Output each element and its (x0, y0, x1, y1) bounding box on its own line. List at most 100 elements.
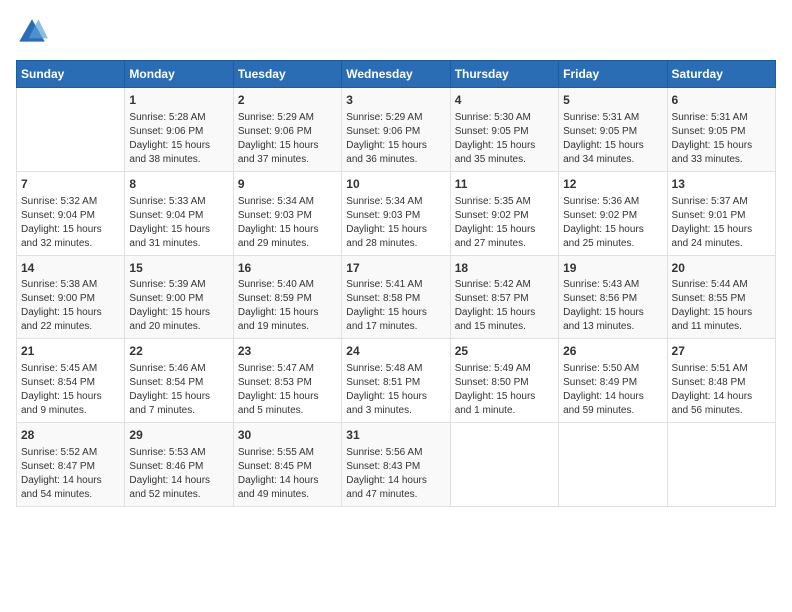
day-number: 24 (346, 343, 445, 360)
page-header (16, 16, 776, 48)
day-cell: 26 Sunrise: 5:50 AM Sunset: 8:49 PM Dayli… (559, 339, 667, 423)
day-cell: 27 Sunrise: 5:51 AM Sunset: 8:48 PM Dayli… (667, 339, 775, 423)
day-cell: 3 Sunrise: 5:29 AM Sunset: 9:06 PM Daylig… (342, 88, 450, 172)
day-number: 26 (563, 343, 662, 360)
day-cell: 1 Sunrise: 5:28 AM Sunset: 9:06 PM Daylig… (125, 88, 233, 172)
day-info: Sunrise: 5:43 AM Sunset: 8:56 PM Dayligh… (563, 278, 662, 334)
day-cell: 10 Sunrise: 5:34 AM Sunset: 9:03 PM Dayli… (342, 171, 450, 255)
header-thursday: Thursday (450, 61, 558, 88)
day-cell: 7Sunrise: 5:32 AM Sunset: 9:04 PM Daylig… (17, 171, 125, 255)
day-info: Sunrise: 5:48 AM Sunset: 8:51 PM Dayligh… (346, 362, 445, 418)
day-info: Sunrise: 5:56 AM Sunset: 8:43 PM Dayligh… (346, 446, 445, 502)
day-number: 30 (238, 427, 337, 444)
logo (16, 16, 52, 48)
day-cell: 8Sunrise: 5:33 AM Sunset: 9:04 PM Daylig… (125, 171, 233, 255)
header-wednesday: Wednesday (342, 61, 450, 88)
day-info: Sunrise: 5:41 AM Sunset: 8:58 PM Dayligh… (346, 278, 445, 334)
day-cell: 6 Sunrise: 5:31 AM Sunset: 9:05 PM Daylig… (667, 88, 775, 172)
day-number: 31 (346, 427, 445, 444)
header-saturday: Saturday (667, 61, 775, 88)
logo-icon (16, 16, 48, 48)
day-number: 25 (455, 343, 554, 360)
day-number: 11 (455, 176, 554, 193)
day-number: 22 (129, 343, 228, 360)
day-info: Sunrise: 5:37 AM Sunset: 9:01 PM Dayligh… (672, 195, 771, 251)
day-number: 10 (346, 176, 445, 193)
day-number: 8 (129, 176, 228, 193)
day-cell: 9 Sunrise: 5:34 AM Sunset: 9:03 PM Daylig… (233, 171, 341, 255)
week-row-1: 1 Sunrise: 5:28 AM Sunset: 9:06 PM Daylig… (17, 88, 776, 172)
day-info: Sunrise: 5:55 AM Sunset: 8:45 PM Dayligh… (238, 446, 337, 502)
day-info: Sunrise: 5:42 AM Sunset: 8:57 PM Dayligh… (455, 278, 554, 334)
day-number: 5 (563, 92, 662, 109)
day-info: Sunrise: 5:46 AM Sunset: 8:54 PM Dayligh… (129, 362, 228, 418)
day-info: Sunrise: 5:40 AM Sunset: 8:59 PM Dayligh… (238, 278, 337, 334)
day-number: 17 (346, 260, 445, 277)
day-cell: 15Sunrise: 5:39 AM Sunset: 9:00 PM Dayli… (125, 255, 233, 339)
day-cell: 20Sunrise: 5:44 AM Sunset: 8:55 PM Dayli… (667, 255, 775, 339)
day-cell: 11Sunrise: 5:35 AM Sunset: 9:02 PM Dayli… (450, 171, 558, 255)
day-cell: 12 Sunrise: 5:36 AM Sunset: 9:02 PM Dayli… (559, 171, 667, 255)
day-number: 7 (21, 176, 120, 193)
day-info: Sunrise: 5:31 AM Sunset: 9:05 PM Dayligh… (563, 111, 662, 167)
calendar-table: SundayMondayTuesdayWednesdayThursdayFrid… (16, 60, 776, 507)
day-cell: 28 Sunrise: 5:52 AM Sunset: 8:47 PM Dayli… (17, 423, 125, 507)
day-number: 2 (238, 92, 337, 109)
day-number: 20 (672, 260, 771, 277)
day-number: 12 (563, 176, 662, 193)
day-number: 13 (672, 176, 771, 193)
day-number: 16 (238, 260, 337, 277)
day-info: Sunrise: 5:29 AM Sunset: 9:06 PM Dayligh… (346, 111, 445, 167)
week-row-4: 21 Sunrise: 5:45 AM Sunset: 8:54 PM Dayli… (17, 339, 776, 423)
day-info: Sunrise: 5:45 AM Sunset: 8:54 PM Dayligh… (21, 362, 120, 418)
day-cell: 16Sunrise: 5:40 AM Sunset: 8:59 PM Dayli… (233, 255, 341, 339)
day-cell: 17Sunrise: 5:41 AM Sunset: 8:58 PM Dayli… (342, 255, 450, 339)
day-info: Sunrise: 5:34 AM Sunset: 9:03 PM Dayligh… (238, 195, 337, 251)
day-info: Sunrise: 5:36 AM Sunset: 9:02 PM Dayligh… (563, 195, 662, 251)
day-number: 6 (672, 92, 771, 109)
day-number: 27 (672, 343, 771, 360)
day-info: Sunrise: 5:51 AM Sunset: 8:48 PM Dayligh… (672, 362, 771, 418)
week-row-5: 28 Sunrise: 5:52 AM Sunset: 8:47 PM Dayli… (17, 423, 776, 507)
day-cell: 30 Sunrise: 5:55 AM Sunset: 8:45 PM Dayli… (233, 423, 341, 507)
day-cell (17, 88, 125, 172)
header-monday: Monday (125, 61, 233, 88)
day-number: 14 (21, 260, 120, 277)
day-cell: 25 Sunrise: 5:49 AM Sunset: 8:50 PM Dayli… (450, 339, 558, 423)
day-cell: 23Sunrise: 5:47 AM Sunset: 8:53 PM Dayli… (233, 339, 341, 423)
day-cell: 24 Sunrise: 5:48 AM Sunset: 8:51 PM Dayli… (342, 339, 450, 423)
day-cell: 4Sunrise: 5:30 AM Sunset: 9:05 PM Daylig… (450, 88, 558, 172)
day-cell: 5 Sunrise: 5:31 AM Sunset: 9:05 PM Daylig… (559, 88, 667, 172)
day-info: Sunrise: 5:50 AM Sunset: 8:49 PM Dayligh… (563, 362, 662, 418)
day-info: Sunrise: 5:28 AM Sunset: 9:06 PM Dayligh… (129, 111, 228, 167)
day-number: 28 (21, 427, 120, 444)
day-info: Sunrise: 5:29 AM Sunset: 9:06 PM Dayligh… (238, 111, 337, 167)
day-cell: 29 Sunrise: 5:53 AM Sunset: 8:46 PM Dayli… (125, 423, 233, 507)
day-number: 18 (455, 260, 554, 277)
day-number: 23 (238, 343, 337, 360)
day-info: Sunrise: 5:44 AM Sunset: 8:55 PM Dayligh… (672, 278, 771, 334)
day-number: 4 (455, 92, 554, 109)
day-cell: 21 Sunrise: 5:45 AM Sunset: 8:54 PM Dayli… (17, 339, 125, 423)
day-info: Sunrise: 5:39 AM Sunset: 9:00 PM Dayligh… (129, 278, 228, 334)
day-cell: 13 Sunrise: 5:37 AM Sunset: 9:01 PM Dayli… (667, 171, 775, 255)
day-info: Sunrise: 5:38 AM Sunset: 9:00 PM Dayligh… (21, 278, 120, 334)
day-number: 29 (129, 427, 228, 444)
day-info: Sunrise: 5:34 AM Sunset: 9:03 PM Dayligh… (346, 195, 445, 251)
day-cell (667, 423, 775, 507)
day-number: 1 (129, 92, 228, 109)
week-row-2: 7Sunrise: 5:32 AM Sunset: 9:04 PM Daylig… (17, 171, 776, 255)
day-info: Sunrise: 5:31 AM Sunset: 9:05 PM Dayligh… (672, 111, 771, 167)
day-cell (559, 423, 667, 507)
day-cell: 22 Sunrise: 5:46 AM Sunset: 8:54 PM Dayli… (125, 339, 233, 423)
day-info: Sunrise: 5:53 AM Sunset: 8:46 PM Dayligh… (129, 446, 228, 502)
day-number: 19 (563, 260, 662, 277)
day-info: Sunrise: 5:49 AM Sunset: 8:50 PM Dayligh… (455, 362, 554, 418)
day-info: Sunrise: 5:52 AM Sunset: 8:47 PM Dayligh… (21, 446, 120, 502)
day-number: 21 (21, 343, 120, 360)
day-number: 3 (346, 92, 445, 109)
day-cell: 19Sunrise: 5:43 AM Sunset: 8:56 PM Dayli… (559, 255, 667, 339)
day-number: 9 (238, 176, 337, 193)
week-row-3: 14Sunrise: 5:38 AM Sunset: 9:00 PM Dayli… (17, 255, 776, 339)
day-number: 15 (129, 260, 228, 277)
